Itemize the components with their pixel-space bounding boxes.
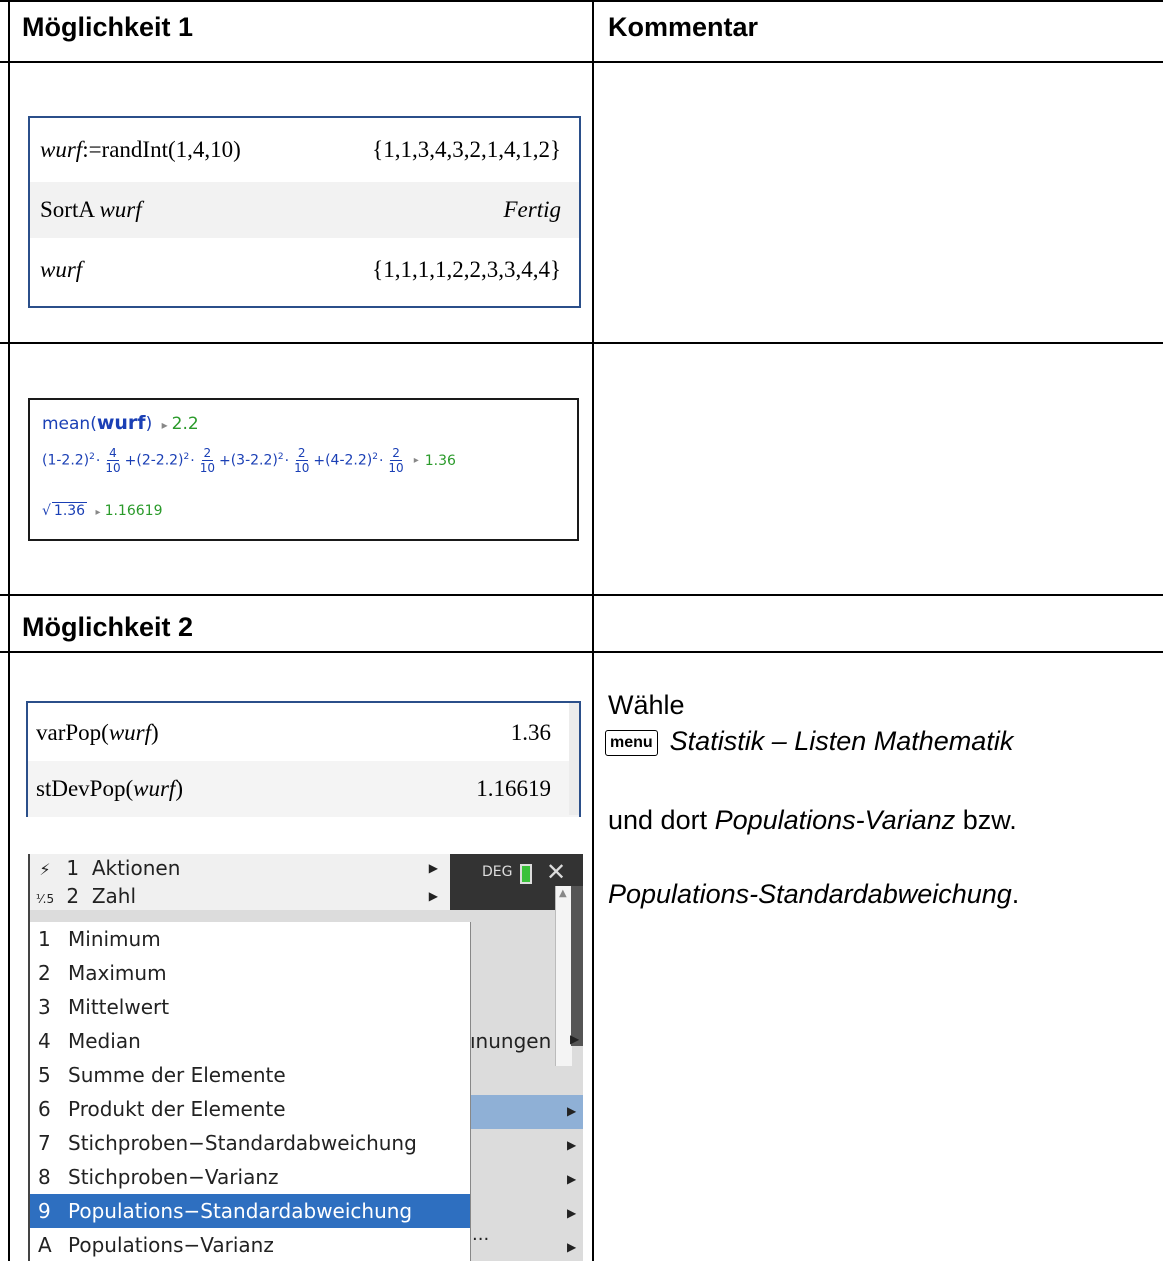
calc-output: {1,1,1,1,2,2,3,3,4,4} bbox=[372, 257, 561, 282]
menu-item-actions[interactable]: ⚡ 1 Aktionen ▶ bbox=[30, 854, 450, 882]
calc-input: wurf bbox=[40, 257, 83, 282]
calc-output: 1.36 bbox=[510, 720, 551, 745]
submenu-arrow-icon: ▶ bbox=[567, 1240, 577, 1254]
instruction-line-choose: Wähle bbox=[608, 690, 685, 720]
submenu-item[interactable]: 2 Maximum bbox=[30, 956, 470, 990]
calc-row: SortA wurf Fertig bbox=[30, 182, 579, 238]
submenu-arrow-icon: ▶ bbox=[570, 1032, 580, 1046]
scrollbar bbox=[569, 703, 579, 815]
multiply-dot: · bbox=[284, 452, 290, 469]
submenu-item[interactable]: 1 Minimum bbox=[30, 922, 470, 956]
close-icon[interactable]: ✕ bbox=[546, 858, 566, 886]
plus-sign: + bbox=[124, 452, 137, 469]
calc-output: Fertig bbox=[503, 197, 562, 222]
multiply-dot: · bbox=[95, 452, 101, 469]
plus-sign: + bbox=[313, 452, 326, 469]
calculator-panel-randint: wurf:=randInt(1,4,10) {1,1,3,4,3,2,1,4,1… bbox=[28, 116, 581, 308]
table-rule-row1 bbox=[0, 342, 1163, 344]
menu-item-number[interactable]: ⅟.5 2 Zahl ▶ bbox=[30, 882, 450, 910]
squared-term: (3-2.2)2 bbox=[230, 452, 284, 469]
submenu-arrow-icon: ▶ bbox=[567, 1138, 577, 1152]
ellipsis: ... bbox=[472, 1224, 490, 1245]
angle-mode-indicator: DEG bbox=[482, 864, 513, 880]
lightning-icon: ⚡ bbox=[39, 860, 51, 879]
sqrt-line: √ 1.36 ▸ 1.16619 bbox=[42, 502, 163, 519]
column-header-possibility-1: Möglichkeit 1 bbox=[22, 12, 194, 42]
multiply-dot: · bbox=[378, 452, 384, 469]
plus-sign: + bbox=[218, 452, 231, 469]
submenu-item[interactable]: 7 Stichproben−Standardabweichung bbox=[30, 1126, 470, 1160]
calculator-panel-mean-variance: mean(wurf) ▸ 2.2 (1-2.2)2· 4 10 +(2-2.2)2· 2 1… bbox=[28, 398, 579, 541]
submenu-arrow-icon: ▶ bbox=[428, 861, 438, 875]
calc-input: SortA wurf bbox=[40, 197, 142, 222]
table-border-left bbox=[8, 0, 10, 1261]
statistics-submenu: 1 Minimum 2 Maximum 3 Mittelwert 4 Median 5 Summe… bbox=[30, 922, 471, 1261]
partially-hidden-menu-item[interactable]: ınungen bbox=[470, 1029, 551, 1053]
calculator-panel-population-stats: varPop(wurf) 1.36 stDevPop(wurf) 1.16619 bbox=[26, 701, 581, 817]
menu-key-icon: menu bbox=[605, 729, 658, 756]
calc-input: varPop(wurf) bbox=[36, 720, 159, 745]
table-column-divider bbox=[592, 0, 594, 1261]
calc-row: stDevPop(wurf) 1.16619 bbox=[28, 761, 579, 817]
column-header-comment: Kommentar bbox=[608, 12, 759, 42]
submenu-item[interactable]: A Populations−Varianz bbox=[30, 1228, 470, 1261]
result-arrow: ▸ bbox=[413, 455, 419, 466]
table-rule-header bbox=[0, 61, 1163, 63]
submenu-arrow-icon: ▶ bbox=[567, 1206, 577, 1220]
submenu-item[interactable]: 9 Populations−Standardabweichung bbox=[30, 1194, 470, 1228]
instruction-line-variance: und dort Populations-Varianz bzw. bbox=[608, 805, 1017, 835]
submenu-item[interactable]: 8 Stichproben−Varianz bbox=[30, 1160, 470, 1194]
fraction: 2 10 bbox=[388, 446, 404, 475]
table-rule-row2 bbox=[0, 594, 1163, 596]
variance-result: 1.36 bbox=[424, 452, 456, 469]
submenu-item[interactable]: 3 Mittelwert bbox=[30, 990, 470, 1024]
calc-row: varPop(wurf) 1.36 bbox=[28, 705, 579, 761]
fraction: 2 10 bbox=[294, 446, 310, 475]
main-menu: ⚡ 1 Aktionen ▶ ⅟.5 2 Zahl ▶ bbox=[30, 854, 450, 910]
calc-input: wurf:=randInt(1,4,10) bbox=[40, 137, 241, 162]
fraction: 2 10 bbox=[199, 446, 215, 475]
battery-icon bbox=[520, 864, 532, 884]
calc-output: {1,1,3,4,3,2,1,4,1,2} bbox=[372, 137, 561, 162]
section-header-possibility-2: Möglichkeit 2 bbox=[22, 612, 194, 642]
submenu-arrow-icon: ▶ bbox=[567, 1172, 577, 1186]
instruction-line-stddev: Populations-Standardabweichung. bbox=[608, 879, 1020, 909]
submenu-arrow-icon: ▶ bbox=[428, 889, 438, 903]
fraction-icon: ⅟.5 bbox=[35, 892, 55, 906]
squared-term: (2-2.2)2 bbox=[136, 452, 190, 469]
submenu-item[interactable]: 4 Median bbox=[30, 1024, 470, 1058]
table-border-top bbox=[0, 0, 1163, 2]
squared-term: (1-2.2)2 bbox=[42, 452, 95, 469]
calc-row: wurf {1,1,1,1,2,2,3,3,4,4} bbox=[30, 242, 579, 298]
calc-output: 1.16619 bbox=[476, 776, 551, 801]
submenu-item[interactable]: 5 Summe der Elemente bbox=[30, 1058, 470, 1092]
multiply-dot: · bbox=[190, 452, 195, 469]
variance-formula-line: (1-2.2)2· 4 10 +(2-2.2)2· 2 10 +(3-2.2)2· 2 10 +(… bbox=[42, 446, 456, 496]
squared-term: (4-2.2)2 bbox=[325, 452, 378, 469]
fraction: 4 10 bbox=[105, 446, 121, 475]
calc-row: wurf:=randInt(1,4,10) {1,1,3,4,3,2,1,4,1… bbox=[30, 122, 579, 178]
background-panel bbox=[571, 886, 583, 1046]
mean-line: mean(wurf) ▸ 2.2 bbox=[42, 412, 199, 434]
calc-input: stDevPop(wurf) bbox=[36, 776, 183, 801]
scroll-up-icon: ▲ bbox=[559, 888, 567, 899]
calculator-menu-screenshot: DEG ✕ ⚡ 1 Aktionen ▶ ⅟.5 2 Zahl ▶ ▲ ınun… bbox=[28, 854, 583, 1261]
submenu-arrow-icon: ▶ bbox=[567, 1104, 577, 1118]
instruction-line-menu-path: menu Statistik – Listen Mathematik bbox=[605, 726, 1013, 757]
submenu-item[interactable]: 6 Produkt der Elemente bbox=[30, 1092, 470, 1126]
table-rule-section2 bbox=[0, 651, 1163, 653]
